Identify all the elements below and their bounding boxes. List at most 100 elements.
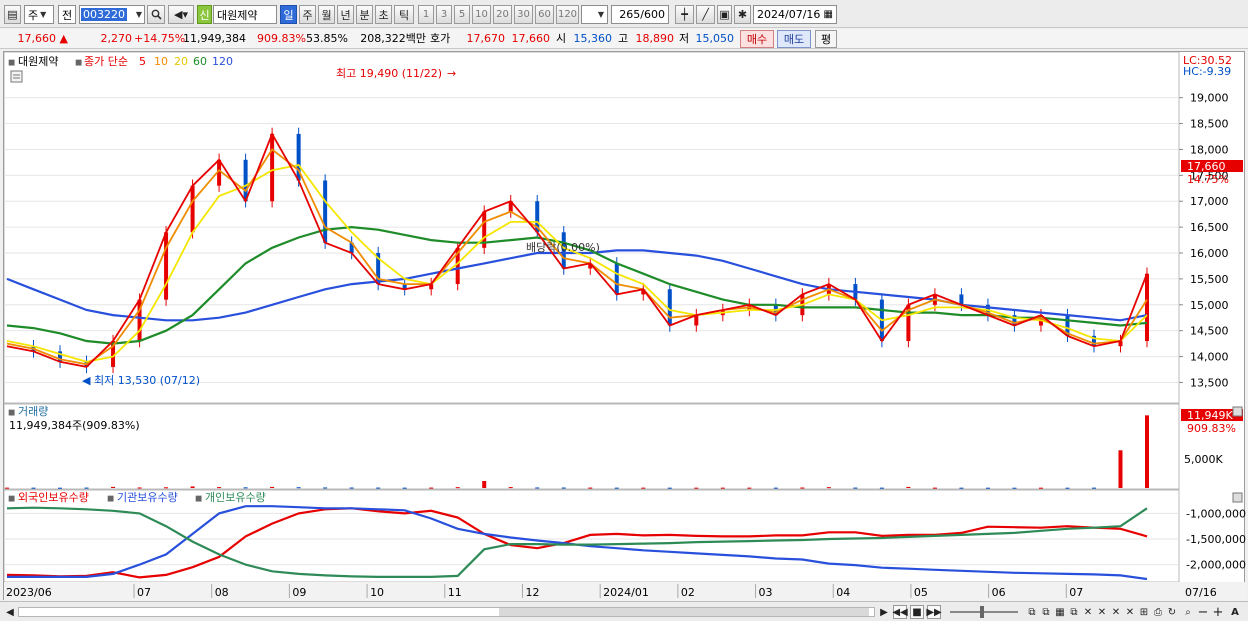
prev-button[interactable]: 전 xyxy=(58,5,76,24)
interval-30-button[interactable]: 30 xyxy=(514,5,533,24)
interval-1-button[interactable]: 1 xyxy=(418,5,434,24)
sound-icon[interactable]: ◀▾ xyxy=(168,5,194,24)
crosshair-icon[interactable]: ✕ xyxy=(1110,605,1122,619)
layout-icon[interactable]: ⧉ xyxy=(1040,605,1052,619)
candle-body xyxy=(190,185,195,233)
x-axis-tick: 07 xyxy=(137,586,151,599)
sell-button[interactable]: 매도 xyxy=(777,30,811,48)
line-tool-icon[interactable]: ╱ xyxy=(696,5,715,24)
pane-menu-icon[interactable]: ◼ xyxy=(8,58,15,68)
period-day-button[interactable]: 일 xyxy=(280,5,297,24)
save-icon[interactable]: ▣ xyxy=(717,5,732,24)
holdings-axis: -1,000,000 -1,500,000 -2,000,000 xyxy=(1186,507,1246,571)
high-price: 18,890 xyxy=(635,32,675,45)
volume-bar xyxy=(508,487,513,489)
legend-foreign: 외국인보유수량 xyxy=(18,491,89,504)
interval-20-button[interactable]: 20 xyxy=(493,5,512,24)
image-icon[interactable]: ⊞ xyxy=(1138,605,1150,619)
zoom-slider-handle[interactable] xyxy=(980,606,984,618)
volume-bar xyxy=(588,487,593,489)
layout-icon[interactable]: ⧉ xyxy=(1026,605,1038,619)
gear-icon[interactable]: ✱ xyxy=(734,5,751,24)
period-year-button[interactable]: 년 xyxy=(337,5,354,24)
interval-10-button[interactable]: 10 xyxy=(472,5,491,24)
last-price-value: 17,660 xyxy=(1187,160,1226,173)
holdings-axis-tick: -2,000,000 xyxy=(1186,559,1246,572)
interval-3-button[interactable]: 3 xyxy=(436,5,452,24)
scroll-left-icon[interactable]: ◀ xyxy=(4,605,16,619)
crosshair-icon[interactable]: ✕ xyxy=(1082,605,1094,619)
interval-120-button[interactable]: 120 xyxy=(556,5,579,24)
search-icon[interactable] xyxy=(147,5,165,24)
chart-area[interactable]: 19,000 18,500 18,000 17,500 17,000 16,500 16,0… xyxy=(3,51,1246,601)
scroll-track[interactable] xyxy=(18,607,875,617)
buy-button[interactable]: 매수 xyxy=(740,30,774,48)
x-axis-tick: 2023/06 xyxy=(6,586,52,599)
interval-60-button[interactable]: 60 xyxy=(535,5,554,24)
volume-bar xyxy=(667,487,672,489)
zoom-slider[interactable] xyxy=(950,606,1018,618)
grid-icon[interactable]: ▦ xyxy=(1054,605,1066,619)
candle-type-icon[interactable]: ┿ xyxy=(675,5,694,24)
window-menu-icon[interactable]: ▤ xyxy=(4,5,21,24)
period-month-button[interactable]: 월 xyxy=(318,5,335,24)
zoom-out-icon[interactable]: − xyxy=(1197,605,1209,620)
date-picker[interactable]: 2024/07/16 ▦ xyxy=(753,5,837,24)
stock-code-input[interactable]: 003220 ▼ xyxy=(79,5,145,24)
font-icon[interactable]: A xyxy=(1228,605,1242,619)
hc-label: HC:-9.39 xyxy=(1183,65,1231,78)
pane-menu-icon[interactable]: ◼ xyxy=(8,494,15,504)
period-tick-button[interactable]: 틱 xyxy=(394,5,414,24)
interval-label: 10 xyxy=(475,9,488,20)
current-price: 17,660 ▲ xyxy=(17,32,68,45)
pane-menu-icon[interactable]: ◼ xyxy=(8,408,15,418)
scroll-right-icon[interactable]: ▶ xyxy=(878,605,890,619)
period-minute-button[interactable]: 분 xyxy=(356,5,373,24)
fast-forward-icon[interactable]: ▶▶ xyxy=(926,605,942,619)
chart-svg[interactable]: 19,00018,50018,00017,50017,00016,50016,0… xyxy=(3,51,1246,601)
pane-close-icon[interactable] xyxy=(1232,492,1243,503)
trade-amount: 208,322백만 xyxy=(360,32,426,45)
search-icon[interactable]: ⌕ xyxy=(1182,605,1194,619)
volume-bar xyxy=(879,487,884,489)
period-label: 월 xyxy=(321,8,332,22)
volume-bar xyxy=(1091,487,1096,489)
crosshair-icon[interactable]: ✕ xyxy=(1124,605,1136,619)
volume-bar xyxy=(853,487,858,489)
crosshair-icon[interactable]: ✕ xyxy=(1096,605,1108,619)
market-select[interactable]: 주 ▼ xyxy=(24,5,54,24)
calendar-icon[interactable]: ▦ xyxy=(824,9,833,20)
volume-value: 11,949,384 xyxy=(183,32,246,45)
rewind-icon[interactable]: ◀◀ xyxy=(892,605,908,619)
volume-bar xyxy=(747,487,752,489)
scroll-thumb[interactable] xyxy=(499,608,869,616)
volume-bar xyxy=(985,487,990,489)
interval-5-button[interactable]: 5 xyxy=(454,5,470,24)
layout-icon[interactable]: ⧉ xyxy=(1068,605,1080,619)
candle-body xyxy=(270,133,275,202)
refresh-icon[interactable]: ↻ xyxy=(1166,605,1178,619)
period-second-button[interactable]: 초 xyxy=(375,5,392,24)
period-week-button[interactable]: 주 xyxy=(299,5,316,24)
stop-icon[interactable]: ■ xyxy=(910,605,924,619)
table-icon[interactable] xyxy=(10,70,23,83)
print-icon[interactable]: ⎙ xyxy=(1152,605,1164,619)
prev-button-label: 전 xyxy=(61,8,73,22)
low-arrow-icon: ◀ xyxy=(82,374,91,387)
pane-close-icon[interactable] xyxy=(1232,406,1243,417)
interval-custom-select[interactable]: ▼ xyxy=(581,5,608,24)
bar-count-input[interactable]: 265/600 xyxy=(611,5,669,24)
volume-bar xyxy=(720,487,725,489)
interval-label: 5 xyxy=(458,9,466,20)
interval-label: 30 xyxy=(517,9,530,20)
volume-bar xyxy=(614,487,619,489)
stock-code-text: 003220 xyxy=(81,8,127,21)
volume-pane xyxy=(3,403,1180,490)
chevron-down-icon[interactable]: ▼ xyxy=(136,10,142,19)
x-axis-tick: 2024/01 xyxy=(603,586,649,599)
last-price-pct: 14.75% xyxy=(1187,173,1229,186)
price-change: 2,270 xyxy=(100,32,133,45)
avg-button[interactable]: 평 xyxy=(815,30,837,48)
zoom-in-icon[interactable]: + xyxy=(1212,605,1224,620)
price-axis-tick: 17,000 xyxy=(1190,195,1229,208)
